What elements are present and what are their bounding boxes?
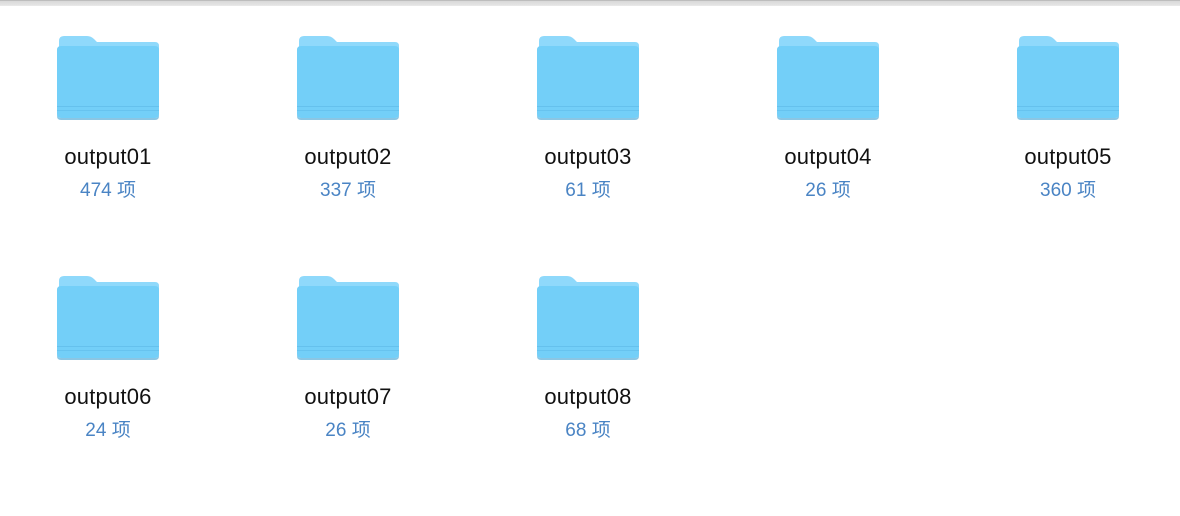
folder-name[interactable]: output05 bbox=[968, 144, 1168, 170]
folder-name[interactable]: output06 bbox=[8, 384, 208, 410]
folder-icon[interactable] bbox=[1015, 34, 1121, 120]
folder-item-output06[interactable]: output06 24 项 bbox=[8, 274, 208, 464]
folder-item-output07[interactable]: output07 26 项 bbox=[248, 274, 448, 464]
folder-name[interactable]: output02 bbox=[248, 144, 448, 170]
folder-icon[interactable] bbox=[775, 34, 881, 120]
folder-icon[interactable] bbox=[535, 274, 641, 360]
folder-item-count: 24 项 bbox=[85, 420, 131, 441]
folder-item-count: 26 项 bbox=[325, 420, 371, 441]
folder-item-count: 61 项 bbox=[565, 180, 611, 201]
folder-item-output04[interactable]: output04 26 项 bbox=[728, 34, 928, 224]
folder-item-count: 26 项 bbox=[805, 180, 851, 201]
folder-item-output05[interactable]: output05 360 项 bbox=[968, 34, 1168, 224]
folder-item-output02[interactable]: output02 337 项 bbox=[248, 34, 448, 224]
folder-item-output01[interactable]: output01 474 项 bbox=[8, 34, 208, 224]
folder-item-count: 337 项 bbox=[320, 180, 376, 201]
folder-name[interactable]: output07 bbox=[248, 384, 448, 410]
folder-item-count: 68 项 bbox=[565, 420, 611, 441]
folder-icon[interactable] bbox=[55, 274, 161, 360]
folder-icon[interactable] bbox=[55, 34, 161, 120]
folder-icon[interactable] bbox=[295, 34, 401, 120]
folder-icon[interactable] bbox=[295, 274, 401, 360]
folder-item-count: 360 项 bbox=[1040, 180, 1096, 201]
folder-name[interactable]: output01 bbox=[8, 144, 208, 170]
folder-item-output03[interactable]: output03 61 项 bbox=[488, 34, 688, 224]
folder-icon[interactable] bbox=[535, 34, 641, 120]
folder-name[interactable]: output08 bbox=[488, 384, 688, 410]
folder-item-count: 474 项 bbox=[80, 180, 136, 201]
folder-name[interactable]: output03 bbox=[488, 144, 688, 170]
folder-name[interactable]: output04 bbox=[728, 144, 928, 170]
folder-item-output08[interactable]: output08 68 项 bbox=[488, 274, 688, 464]
folder-grid: output01 474 项 output02 337 项 output03 6… bbox=[0, 0, 1180, 516]
